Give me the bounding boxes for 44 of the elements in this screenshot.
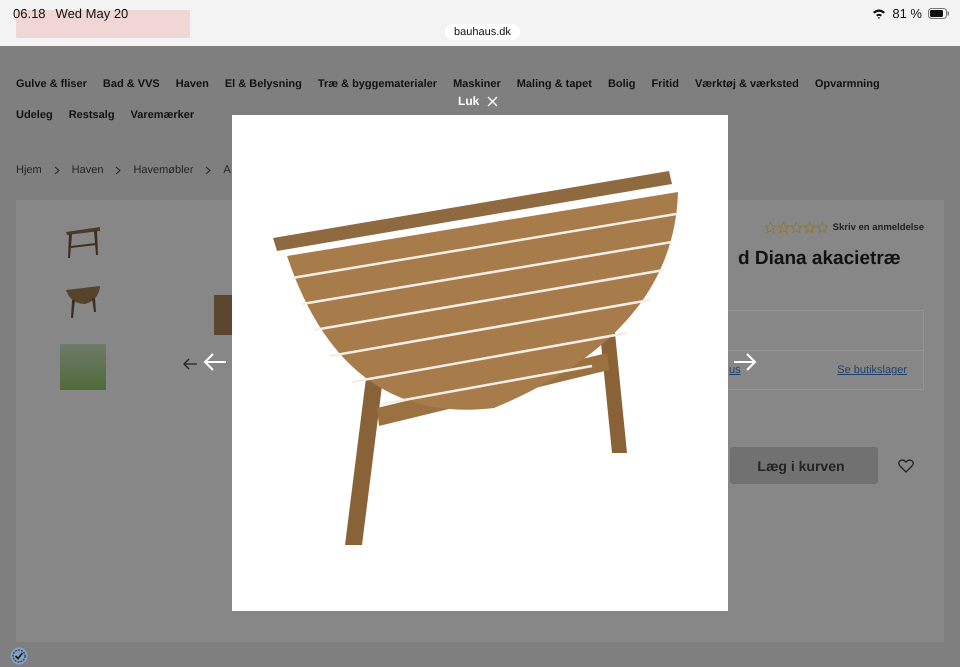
nav-link[interactable]: Maskiner (453, 78, 501, 90)
store-link[interactable]: us (729, 364, 741, 376)
url-pill[interactable]: bauhaus.dk (445, 24, 520, 40)
chevron-icon (54, 166, 60, 174)
arrow-left-icon[interactable] (182, 358, 198, 370)
close-icon (487, 96, 498, 106)
review-link[interactable]: Skriv en anmeldelse (832, 222, 924, 233)
chevron-icon (115, 166, 122, 174)
breadcrumb-link[interactable]: Haven (72, 164, 104, 176)
nav-link[interactable]: Bad & VVS (102, 78, 160, 90)
product-title: d Diana akacietræ (738, 248, 902, 270)
battery-icon (928, 8, 950, 19)
store-link[interactable]: Se butikslager (837, 364, 907, 376)
breadcrumb-link[interactable]: Hjem (16, 164, 42, 176)
breadcrumb-link[interactable]: Havemøbler (133, 164, 194, 176)
nav-link[interactable]: Værktøj & værksted (694, 78, 799, 90)
nav-link[interactable]: Bolig (608, 78, 636, 90)
nav-link[interactable]: Maling & tapet (516, 78, 592, 90)
nav-link[interactable]: Træ & byggematerialer (318, 78, 438, 90)
add-to-cart-button[interactable]: Læg i kurven (730, 447, 878, 484)
nav-link[interactable]: Fritid (651, 78, 679, 90)
thumbnail-drawing[interactable] (63, 284, 103, 320)
star-icon (802, 221, 816, 234)
status-date: Wed May 20 (56, 6, 128, 21)
nav-link[interactable]: Gulve & fliser (16, 78, 87, 90)
nav-link[interactable]: Varemærker (130, 108, 194, 120)
thumbnail-drawing[interactable] (63, 224, 103, 260)
wifi-icon (872, 8, 886, 19)
nav-link[interactable]: El & Belysning (224, 78, 302, 90)
verified-badge-icon (10, 647, 28, 665)
battery-percent: 81 % (892, 6, 922, 21)
status-time: 06.18 (13, 6, 46, 21)
star-icon (764, 221, 777, 234)
nav-link[interactable]: Opvarmning (814, 78, 880, 90)
nav-link[interactable]: Restsalg (68, 108, 115, 120)
close-button[interactable]: Luk (458, 94, 498, 108)
nav-link[interactable]: Udeleg (16, 108, 53, 120)
nav-link[interactable]: Haven (176, 78, 209, 90)
heart-icon[interactable] (898, 458, 914, 472)
star-icon (816, 221, 829, 234)
star-icon (790, 221, 803, 234)
chevron-icon (205, 166, 212, 174)
star-icon (776, 221, 790, 234)
breadcrumb-link[interactable]: A (223, 164, 231, 176)
